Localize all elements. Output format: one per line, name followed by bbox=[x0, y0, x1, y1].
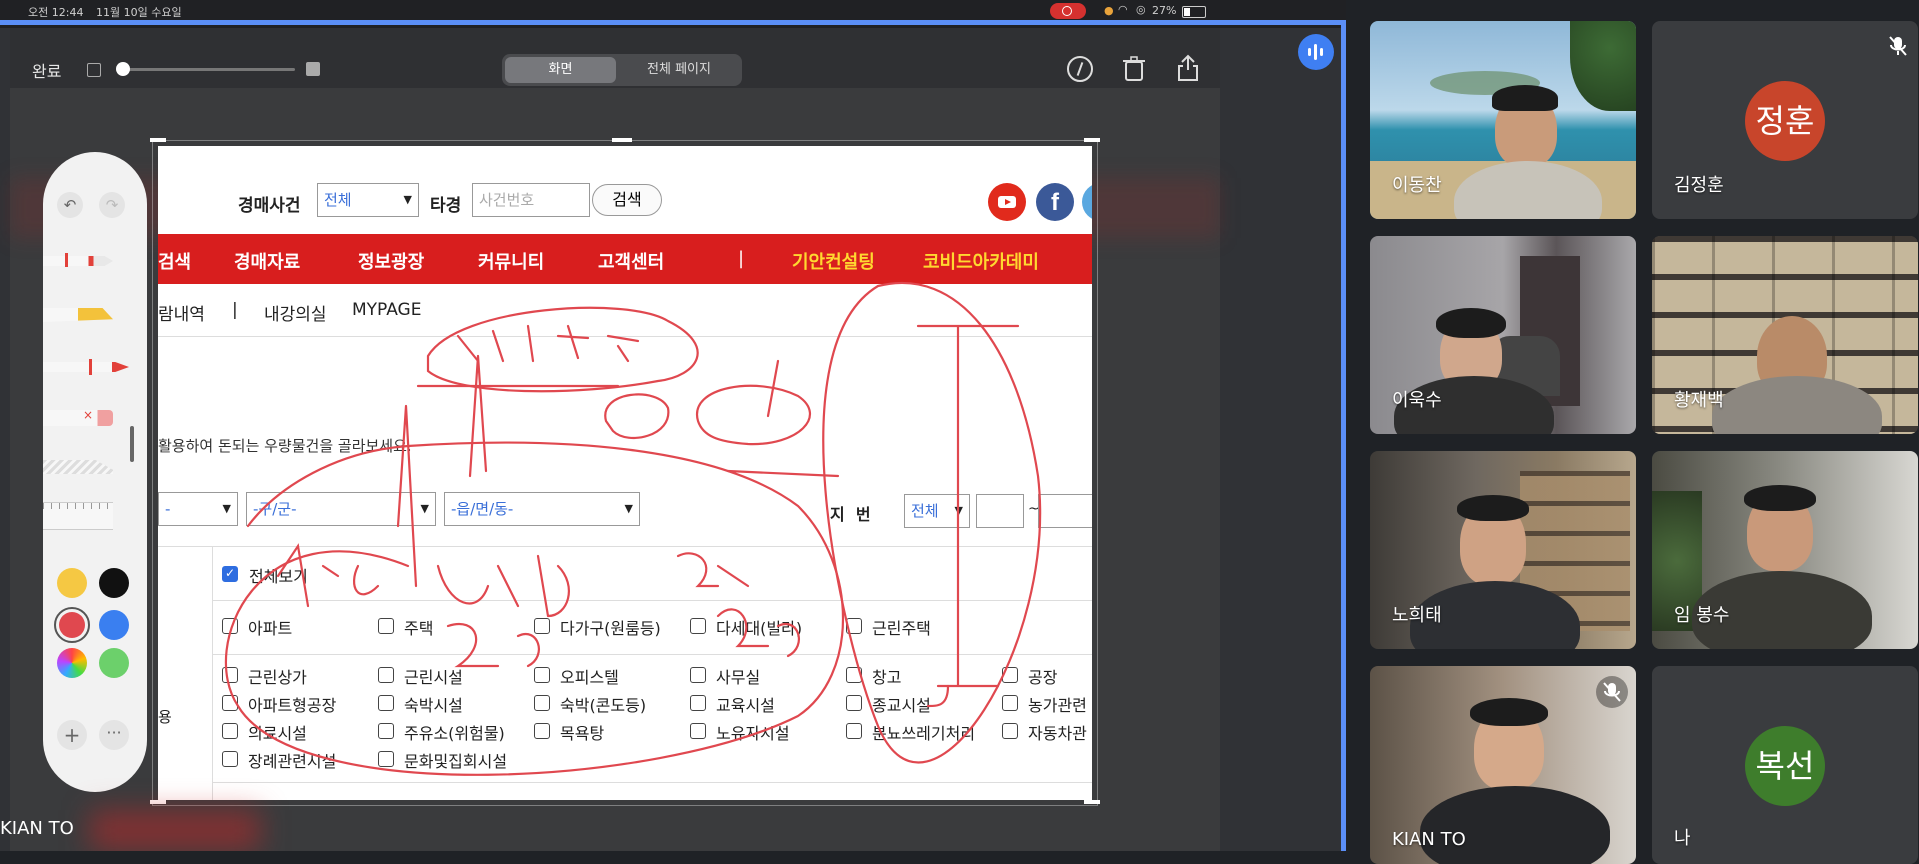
mic-dot-icon: ● bbox=[1104, 4, 1114, 17]
participant-tile[interactable]: 임 봉수 bbox=[1652, 451, 1918, 649]
participant-tile[interactable]: 복선 나 bbox=[1652, 666, 1918, 864]
battery-percent: 27% bbox=[1152, 4, 1177, 17]
participant-tile[interactable]: 황재백 bbox=[1652, 236, 1918, 434]
participant-name: 황재백 bbox=[1674, 390, 1724, 411]
recording-indicator bbox=[1050, 3, 1086, 19]
participant-name: 임 봉수 bbox=[1674, 605, 1730, 626]
shared-screen: 오전 12:44 11월 10일 수요일 ● ◠ ◎ 27% 완료 화면 전체 … bbox=[0, 0, 1346, 851]
status-date: 11월 10일 수요일 bbox=[96, 6, 182, 19]
participant-name: 이욱수 bbox=[1392, 390, 1442, 411]
muted-mic-badge bbox=[1596, 676, 1628, 708]
status-time: 오전 12:44 bbox=[28, 6, 84, 19]
participant-name: 노희태 bbox=[1392, 605, 1442, 626]
participant-tile[interactable]: 이욱수 bbox=[1370, 236, 1636, 434]
speaking-indicator-icon bbox=[1298, 34, 1334, 70]
participant-tile[interactable]: 이동찬 bbox=[1370, 21, 1636, 219]
avatar: 정훈 bbox=[1745, 81, 1825, 161]
battery-icon bbox=[1182, 6, 1206, 18]
participant-tile[interactable]: KIAN TO bbox=[1370, 666, 1636, 864]
participant-tile[interactable]: 노희태 bbox=[1370, 451, 1636, 649]
lock-rotation-icon: ◎ bbox=[1136, 3, 1146, 16]
participant-tile[interactable]: 정훈 김정훈 bbox=[1652, 21, 1918, 219]
participant-name: 이동찬 bbox=[1392, 175, 1442, 196]
wifi-icon: ◠ bbox=[1118, 3, 1128, 16]
active-share-border bbox=[0, 20, 1346, 851]
record-icon bbox=[1062, 6, 1072, 16]
participant-name: 나 bbox=[1674, 828, 1691, 849]
participant-name: KIAN TO bbox=[1392, 829, 1466, 850]
avatar: 복선 bbox=[1745, 726, 1825, 806]
muted-mic-icon bbox=[1603, 682, 1621, 702]
participants-panel: 이동찬 정훈 김정훈 이욱수 황재백 노희태 임 봉수 KIAN TO 복선 나 bbox=[1346, 0, 1919, 864]
participant-name: 김정훈 bbox=[1674, 175, 1724, 196]
muted-mic-icon bbox=[1889, 36, 1907, 56]
